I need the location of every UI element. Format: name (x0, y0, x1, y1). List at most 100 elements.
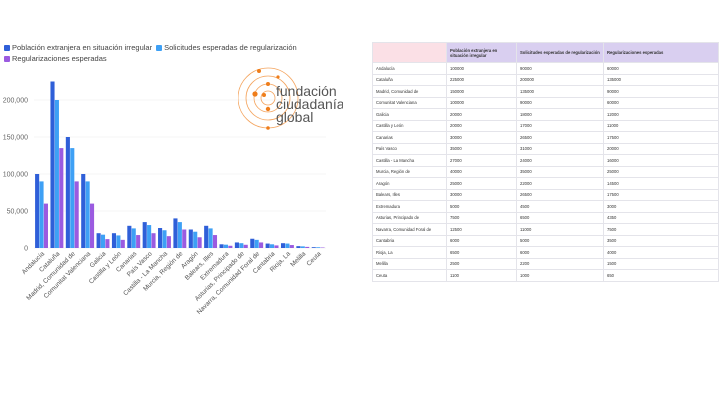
bar[interactable] (188, 229, 193, 249)
table-cell: 40000 (446, 165, 517, 178)
bar[interactable] (280, 243, 286, 248)
table-cell: Navarra, Comunidad Foral de (372, 223, 447, 236)
bar[interactable] (127, 225, 132, 248)
table-cell: 11000 (516, 223, 604, 236)
table-cell: Castilla - La Mancha (372, 154, 447, 167)
table-cell: 1000 (516, 269, 604, 282)
bar[interactable] (274, 245, 279, 248)
bar[interactable] (311, 247, 316, 248)
table-cell: 20000 (446, 108, 517, 121)
data-table: Población extranjera en situación irregu… (372, 42, 719, 282)
column-header: Solicitudes esperadas de regularización (516, 42, 604, 63)
table-cell: 27000 (446, 154, 517, 167)
table-row: Cantabria 6000 5000 3500 (372, 234, 719, 247)
bar[interactable] (70, 148, 75, 248)
legend-item[interactable]: Solicitudes esperadas de regularización (156, 43, 297, 53)
bar[interactable] (100, 234, 106, 248)
bar[interactable] (208, 228, 213, 248)
table-cell: 7500 (603, 223, 719, 236)
bar[interactable] (105, 239, 110, 248)
table-cell: 1500 (603, 257, 719, 270)
bar[interactable] (239, 243, 244, 248)
table-cell: 22000 (516, 177, 604, 190)
bar[interactable] (243, 244, 248, 248)
table-cell: 100000 (446, 96, 517, 109)
table-cell: 14500 (603, 177, 719, 190)
bar[interactable] (219, 244, 224, 248)
bar[interactable] (212, 235, 218, 248)
bar[interactable] (204, 225, 209, 248)
bar[interactable] (131, 228, 136, 248)
bar[interactable] (111, 233, 117, 248)
column-header (372, 42, 447, 63)
table-header-row: Población extranjera en situación irregu… (372, 42, 719, 63)
bar[interactable] (147, 225, 152, 248)
bar[interactable] (74, 181, 79, 248)
bar[interactable] (182, 229, 187, 249)
bar[interactable] (43, 203, 48, 248)
table-cell: 7500 (446, 211, 517, 224)
bar[interactable] (285, 243, 290, 248)
bar[interactable] (120, 239, 125, 248)
bar[interactable] (50, 81, 55, 249)
legend-label: Población extranjera en situación irregu… (12, 43, 153, 52)
bar[interactable] (96, 233, 101, 248)
bar[interactable] (116, 235, 121, 248)
bar[interactable] (300, 246, 305, 248)
column-header: Población extranjera en situación irregu… (446, 42, 517, 63)
bar[interactable] (85, 181, 90, 248)
bar[interactable] (81, 174, 86, 248)
legend-item[interactable]: Población extranjera en situación irregu… (4, 43, 152, 53)
table-cell: 90000 (516, 62, 604, 75)
bar[interactable] (250, 238, 255, 248)
table-cell: Madrid, Comunidad de (372, 85, 447, 98)
bar[interactable] (193, 231, 198, 248)
bar[interactable] (59, 148, 64, 248)
bar[interactable] (223, 244, 229, 248)
bar[interactable] (289, 245, 294, 248)
bar[interactable] (166, 236, 171, 248)
table-cell: 26500 (516, 131, 604, 144)
bar[interactable] (54, 100, 59, 248)
table-row: Murcia, Región de 40000 35000 25000 (372, 165, 719, 178)
bar[interactable] (254, 239, 259, 248)
table-cell: 25000 (446, 177, 517, 190)
table-cell: Castilla y León (372, 119, 447, 132)
bar[interactable] (259, 242, 264, 248)
bar[interactable] (228, 245, 233, 248)
bar[interactable] (162, 230, 167, 248)
bar[interactable] (177, 222, 182, 248)
bar[interactable] (39, 181, 44, 248)
table-cell: Extremadura (372, 200, 447, 213)
bar[interactable] (305, 246, 310, 248)
table-cell: 31000 (516, 142, 604, 155)
table-row: Galicia 20000 18000 12000 (372, 108, 719, 121)
table-row: Comunitat Valenciana 100000 90000 60000 (372, 96, 719, 109)
table-row: Cataluña 225000 200000 135000 (372, 73, 719, 86)
bar[interactable] (65, 137, 70, 248)
table-cell: Andalucía (372, 62, 447, 75)
bar[interactable] (296, 246, 301, 248)
table-cell: 135000 (516, 85, 604, 98)
bar[interactable] (197, 237, 202, 248)
table-cell: 5000 (446, 200, 517, 213)
column-header: Regularizaciones esperadas (603, 42, 719, 63)
bar[interactable] (136, 235, 141, 248)
bar[interactable] (142, 222, 147, 248)
bar[interactable] (158, 228, 163, 248)
table-cell: Canarias (372, 131, 447, 144)
y-tick-label: 0 (24, 246, 28, 253)
table-cell: Ceuta (372, 269, 447, 282)
table-row: Castilla - La Mancha 27000 24000 16000 (372, 154, 719, 167)
table-cell: 17500 (603, 188, 719, 201)
bar[interactable] (151, 233, 156, 248)
bar[interactable] (89, 203, 95, 248)
table-cell: 5000 (516, 234, 604, 247)
bar[interactable] (265, 243, 270, 248)
bar[interactable] (270, 244, 275, 248)
bar[interactable] (173, 218, 178, 248)
bar[interactable] (234, 242, 239, 248)
bar[interactable] (316, 247, 321, 248)
table-cell: 135000 (603, 73, 719, 86)
bar[interactable] (35, 174, 40, 248)
